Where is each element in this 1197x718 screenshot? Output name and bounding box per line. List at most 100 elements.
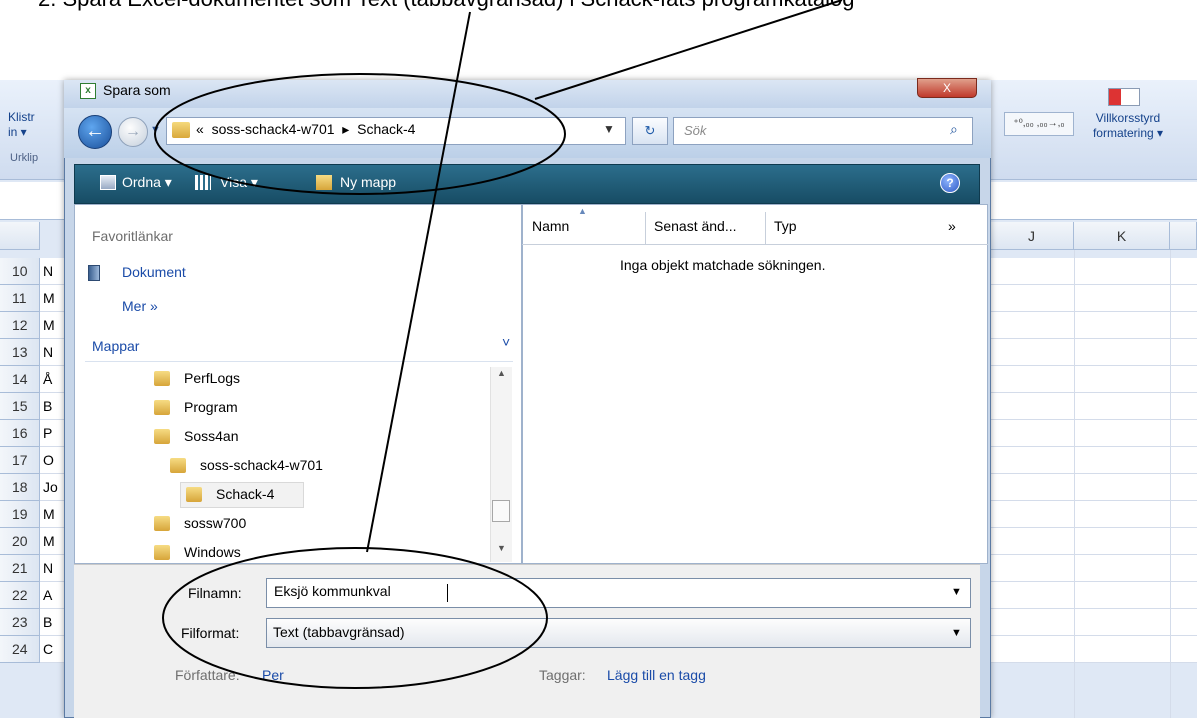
tags-value[interactable]: Lägg till en tagg [607,667,706,683]
more-link[interactable]: Mer » [122,298,158,314]
row-header[interactable]: 14 [0,366,40,393]
folder-icon [186,487,202,502]
table-row[interactable] [990,555,1197,582]
row-header[interactable]: 18 [0,474,40,501]
breadcrumb-item-soss-schack4-w701[interactable]: soss-schack4-w701 [212,121,335,137]
address-dropdown-icon[interactable]: ▼ [603,122,615,136]
forward-arrow-icon[interactable]: → [118,117,148,147]
table-row[interactable] [990,312,1197,339]
table-row[interactable] [990,609,1197,636]
paste-label-1: Klistr [8,110,35,124]
breadcrumb-overflow[interactable]: « [196,121,204,137]
scroll-down-icon[interactable]: ▼ [497,543,506,553]
table-row[interactable] [990,501,1197,528]
cell-a[interactable]: M [40,528,64,555]
tree-item[interactable]: sossw700 [184,515,246,531]
table-row[interactable] [990,393,1197,420]
row-header[interactable]: 10 [0,258,40,285]
format-dropdown-icon[interactable]: ▼ [951,627,962,639]
table-row[interactable] [990,258,1197,285]
search-icon[interactable]: ⌕ [950,121,958,138]
favorite-link-dokument[interactable]: Dokument [122,264,186,280]
breadcrumb-separator[interactable]: ▸ [342,121,349,137]
cell-a[interactable]: N [40,339,64,366]
cell-a[interactable]: Jo [40,474,64,501]
refresh-icon[interactable]: ↻ [632,117,668,145]
view-button[interactable]: Visa ▾ [220,174,258,191]
folders-header[interactable]: Mappar [92,338,139,354]
column-divider[interactable] [645,212,646,244]
tree-item[interactable]: Soss4an [184,428,238,444]
column-modified[interactable]: Senast änd... [654,218,737,234]
row-header[interactable]: 24 [0,636,40,663]
column-name[interactable]: Namn [532,218,569,234]
cell-a[interactable]: C [40,636,64,663]
table-row[interactable] [990,474,1197,501]
row-header[interactable]: 16 [0,420,40,447]
row-header[interactable]: 20 [0,528,40,555]
history-dropdown-icon[interactable]: ▼ [150,124,161,136]
table-row[interactable] [990,420,1197,447]
search-input[interactable] [673,117,973,145]
row-header[interactable]: 17 [0,447,40,474]
cell-a[interactable]: B [40,393,64,420]
row-header[interactable]: 19 [0,501,40,528]
dialog-titlebar[interactable] [64,80,991,108]
table-row[interactable] [990,366,1197,393]
row-header[interactable]: 12 [0,312,40,339]
table-row[interactable] [990,339,1197,366]
row-header[interactable]: 11 [0,285,40,312]
table-row[interactable] [990,582,1197,609]
cell-a[interactable]: B [40,609,64,636]
text-caret [447,584,448,602]
tree-item[interactable]: Windows [184,544,241,560]
column-header-j[interactable]: J [990,222,1074,250]
format-label: Filformat: [181,625,240,641]
select-all-corner[interactable] [0,222,40,250]
cell-a[interactable]: M [40,501,64,528]
row-header[interactable]: 15 [0,393,40,420]
paste-button[interactable]: Klistr in ▾ [8,110,35,140]
author-value[interactable]: Per [262,667,284,683]
row-header[interactable]: 13 [0,339,40,366]
close-button[interactable]: X [917,78,977,98]
row-header[interactable]: 21 [0,555,40,582]
chevron-down-icon[interactable]: ˅ [502,334,510,350]
column-type[interactable]: Typ [774,218,797,234]
row-header[interactable]: 23 [0,609,40,636]
scroll-up-icon[interactable]: ▲ [497,368,506,378]
tree-item[interactable]: Program [184,399,238,415]
cell-a[interactable]: M [40,285,64,312]
instruction-caption: 2. Spara Excel-dokumentet som Text (tabb… [38,0,854,12]
cell-a[interactable]: N [40,555,64,582]
more-columns-icon[interactable]: » [948,218,956,234]
tree-item[interactable]: PerfLogs [184,370,240,386]
cell-a[interactable]: A [40,582,64,609]
organize-button[interactable]: Ordna ▾ [122,174,172,191]
tree-scrollbar[interactable] [490,367,512,562]
cell-a[interactable]: Å [40,366,64,393]
cell-a[interactable]: N [40,258,64,285]
column-header-k[interactable]: K [1074,222,1170,250]
cell-a[interactable]: M [40,312,64,339]
table-row[interactable] [990,528,1197,555]
tree-item[interactable]: soss-schack4-w701 [200,457,323,473]
cell-a[interactable]: O [40,447,64,474]
table-row[interactable] [990,636,1197,663]
table-row[interactable] [990,447,1197,474]
breadcrumb-item-schack-4[interactable]: Schack-4 [357,121,415,137]
filename-dropdown-icon[interactable]: ▼ [951,586,962,598]
cell-a[interactable]: P [40,420,64,447]
search-placeholder: Sök [684,123,707,138]
new-folder-button[interactable]: Ny mapp [340,174,396,190]
back-arrow-icon[interactable]: ← [78,115,112,149]
table-row[interactable] [990,285,1197,312]
tree-item[interactable]: Schack-4 [216,486,274,502]
scrollbar-thumb[interactable] [492,500,510,522]
conditional-formatting-button[interactable]: Villkorsstyrd formatering ▾ [1088,111,1168,141]
row-header[interactable]: 22 [0,582,40,609]
decimal-buttons[interactable]: ⁺⁰,₀₀ ,₀₀→,₀ [1004,112,1074,136]
column-divider[interactable] [765,212,766,244]
column-header-next[interactable] [1170,222,1197,250]
help-icon[interactable]: ? [940,173,960,193]
